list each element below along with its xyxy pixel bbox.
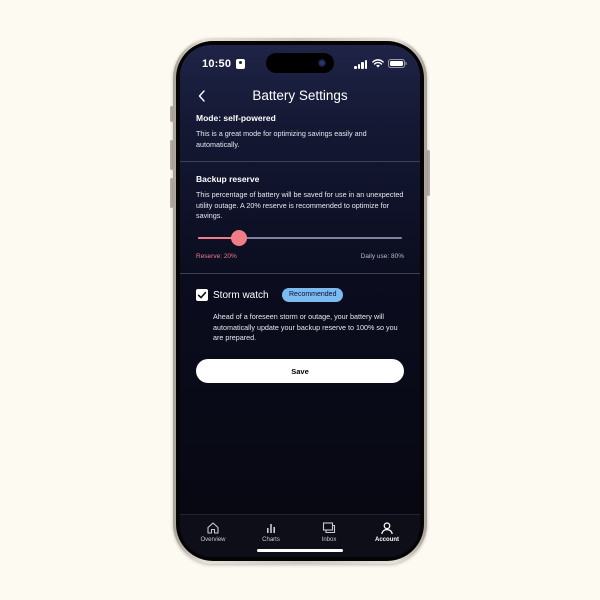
reserve-slider[interactable]: [196, 230, 404, 246]
recommended-badge: Recommended: [282, 288, 344, 302]
page-background: 10:50 Battery Settings Mode: self-powere…: [0, 0, 600, 600]
storm-watch-checkbox[interactable]: [196, 289, 208, 301]
backup-reserve-title: Backup reserve: [196, 174, 260, 184]
mode-description: This is a great mode for optimizing savi…: [196, 129, 367, 149]
header: Battery Settings: [180, 85, 420, 109]
checkmark-icon: [197, 291, 207, 299]
nav-label-account: Account: [375, 537, 399, 543]
reserve-value-label: Reserve: 20%: [196, 253, 237, 260]
home-icon: [207, 522, 219, 534]
storm-watch-description: Ahead of a foreseen storm or outage, you…: [213, 312, 398, 342]
daily-use-label: Daily use: 80%: [360, 253, 404, 260]
storm-watch-label[interactable]: Storm watch: [213, 290, 269, 301]
wifi-icon: [372, 59, 384, 68]
phone-screen: 10:50 Battery Settings Mode: self-powere…: [180, 45, 420, 557]
divider: [180, 273, 420, 274]
nav-item-overview[interactable]: Overview: [189, 515, 237, 557]
battery-icon: [388, 59, 407, 68]
id-card-icon: [236, 59, 245, 69]
home-indicator: [257, 549, 343, 552]
nav-label-inbox: Inbox: [321, 537, 337, 543]
nav-item-account[interactable]: Account: [363, 515, 411, 557]
mode-section: Mode: self-powered This is a great mode …: [196, 113, 404, 150]
status-time: 10:50: [202, 58, 232, 70]
nav-label-overview: Overview: [200, 537, 226, 543]
dynamic-island: [266, 53, 334, 73]
inbox-icon: [322, 522, 336, 534]
page-title: Battery Settings: [252, 88, 348, 103]
signal-icon: [354, 60, 368, 69]
storm-watch-row: Storm watch Recommended: [196, 288, 404, 304]
bar-chart-icon: [267, 524, 275, 533]
save-button[interactable]: Save: [196, 359, 404, 383]
backup-reserve-description: This percentage of battery will be saved…: [196, 190, 404, 220]
power-button: [427, 150, 430, 196]
status-bar: 10:50: [180, 45, 420, 83]
nav-label-charts: Charts: [262, 537, 280, 543]
mode-title: Mode: self-powered: [196, 113, 276, 123]
backup-reserve-section: Backup reserve This percentage of batter…: [196, 174, 404, 222]
phone-frame: 10:50 Battery Settings Mode: self-powere…: [173, 38, 427, 564]
slider-thumb[interactable]: [230, 230, 247, 246]
account-icon: [381, 522, 393, 535]
divider: [180, 161, 420, 162]
